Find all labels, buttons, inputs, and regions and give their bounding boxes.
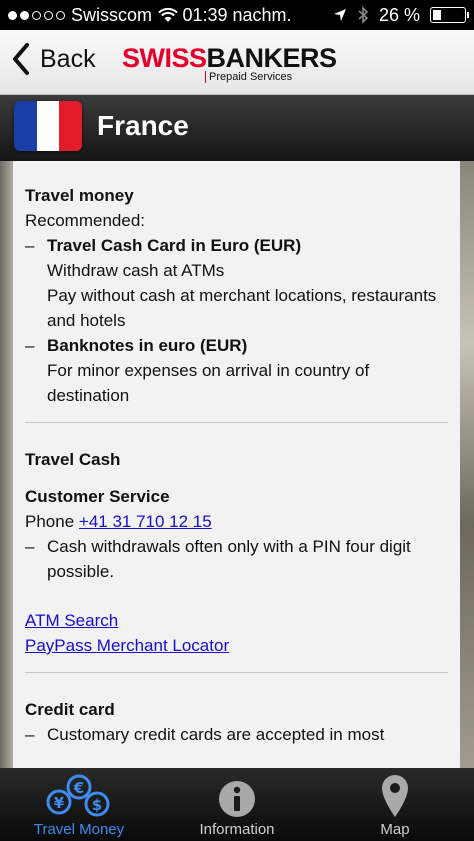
bluetooth-icon — [358, 6, 369, 24]
location-arrow-icon — [333, 9, 346, 21]
recommended-label: Recommended: — [25, 211, 146, 230]
battery-icon — [430, 7, 469, 23]
carrier-name: Swisscom — [71, 4, 153, 25]
travel-cash-heading: Travel Cash — [25, 450, 121, 469]
list-item: – Travel Cash Card in Euro (EUR) Withdra… — [25, 233, 448, 333]
phone-link[interactable]: +41 31 710 12 15 — [79, 512, 212, 531]
chevron-left-icon — [13, 43, 29, 75]
svg-text:¥: ¥ — [54, 794, 65, 812]
page-title: France — [97, 110, 189, 141]
list-item: – Banknotes in euro (EUR) For minor expe… — [25, 333, 448, 408]
tab-travel-money[interactable]: ¥ € $ Travel Money — [0, 768, 158, 841]
paypass-locator-link[interactable]: PayPass Merchant Locator — [25, 636, 229, 655]
signal-strength-icon — [8, 10, 65, 20]
france-flag-icon — [14, 101, 82, 151]
tab-information[interactable]: Information — [158, 768, 316, 841]
status-bar: Swisscom 01:39 nachm. 26 % — [0, 0, 474, 30]
swiss-bankers-logo: SWISSBANKERS Prepaid Services — [122, 43, 337, 83]
currency-icon: ¥ € $ — [46, 774, 110, 817]
tab-map[interactable]: Map — [316, 768, 474, 841]
tab-bar: ¥ € $ Travel Money Information Map — [0, 768, 474, 841]
svg-text:$: $ — [92, 796, 102, 814]
travel-cash-card-title: Travel Cash Card in Euro (EUR) — [47, 236, 302, 255]
list-item: – Customary credit cards are accepted in… — [25, 725, 385, 744]
phone-line: Phone +41 31 710 12 15 — [25, 512, 212, 531]
info-icon — [219, 781, 255, 817]
travel-money-heading: Travel money — [25, 186, 134, 205]
wifi-icon — [158, 7, 178, 22]
customer-service-heading: Customer Service — [25, 487, 170, 506]
navigation-bar: Back SWISSBANKERS Prepaid Services — [0, 30, 474, 95]
banknotes-title: Banknotes in euro (EUR) — [47, 336, 248, 355]
back-label: Back — [40, 44, 96, 73]
back-button[interactable]: Back — [10, 42, 96, 76]
svg-text:€: € — [73, 779, 84, 797]
divider — [25, 422, 448, 423]
divider — [25, 672, 448, 673]
map-pin-icon — [382, 775, 408, 817]
battery-percent: 26 % — [378, 4, 420, 25]
content-card[interactable]: Travel money Recommended: – Travel Cash … — [13, 161, 460, 768]
list-item: – Cash withdrawals often only with a PIN… — [25, 537, 411, 581]
credit-card-heading: Credit card — [25, 700, 115, 719]
atm-search-link[interactable]: ATM Search — [25, 611, 118, 630]
country-title-bar: France — [0, 95, 474, 161]
